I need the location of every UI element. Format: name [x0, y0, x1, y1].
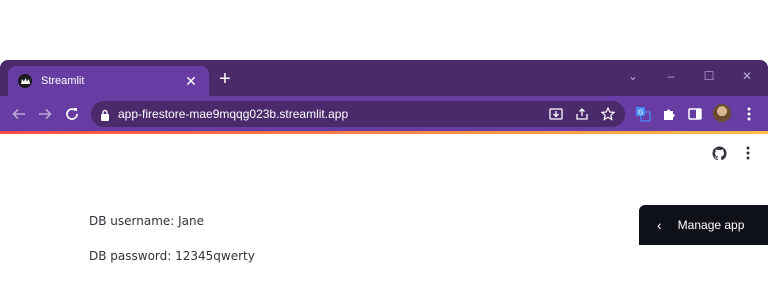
streamlit-crown-icon: [18, 74, 32, 88]
browser-tab[interactable]: Streamlit ✕: [8, 66, 209, 96]
share-icon[interactable]: [574, 106, 590, 122]
close-icon[interactable]: ✕: [183, 74, 199, 88]
reload-icon[interactable]: [59, 101, 85, 127]
window-close-icon[interactable]: ✕: [733, 64, 761, 88]
browser-window: Streamlit ✕ + ⌄ – ☐ ✕ app-firestore-mae9…: [0, 60, 768, 303]
translate-icon[interactable]: G: [631, 101, 655, 127]
chevron-left-icon: ‹: [657, 217, 662, 233]
manage-app-label: Manage app: [677, 218, 745, 232]
more-menu-icon[interactable]: [737, 101, 761, 127]
forward-icon[interactable]: [32, 101, 58, 127]
extensions-puzzle-icon[interactable]: [657, 101, 681, 127]
github-icon[interactable]: [710, 144, 728, 162]
new-tab-button[interactable]: +: [214, 69, 236, 91]
db-password-text: DB password: 12345qwerty: [89, 249, 255, 263]
tab-strip: Streamlit ✕ + ⌄ – ☐ ✕: [0, 60, 768, 96]
bookmark-star-icon[interactable]: [600, 106, 616, 122]
lock-icon[interactable]: [100, 108, 110, 121]
side-panel-icon[interactable]: [683, 101, 707, 127]
address-bar[interactable]: app-firestore-mae9mqqg023b.streamlit.app: [91, 101, 625, 127]
profile-avatar[interactable]: [713, 104, 731, 122]
browser-toolbar: app-firestore-mae9mqqg023b.streamlit.app…: [0, 96, 768, 131]
url-text[interactable]: app-firestore-mae9mqqg023b.streamlit.app: [118, 101, 348, 127]
svg-text:G: G: [638, 109, 643, 117]
manage-app-button[interactable]: ‹ Manage app: [639, 205, 768, 245]
minimize-icon[interactable]: –: [657, 64, 685, 88]
tab-search-dropdown-icon[interactable]: ⌄: [619, 64, 647, 88]
tab-title: Streamlit: [41, 75, 85, 87]
back-icon[interactable]: [6, 101, 32, 127]
db-username-text: DB username: Jane: [89, 214, 205, 228]
more-menu-icon[interactable]: [739, 144, 757, 162]
install-app-icon[interactable]: [548, 106, 564, 122]
maximize-icon[interactable]: ☐: [695, 64, 723, 88]
